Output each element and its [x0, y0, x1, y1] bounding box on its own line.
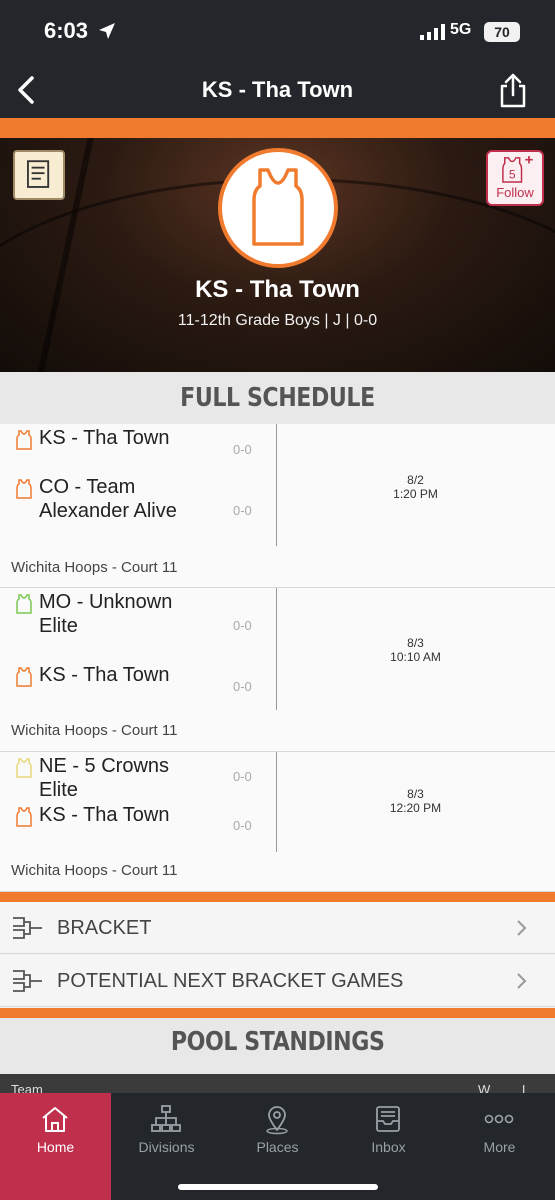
tab-home[interactable]: Home	[0, 1093, 111, 1200]
game-card[interactable]: NE - 5 Crowns Elite 0-0 KS - Tha Town 0-…	[0, 752, 555, 892]
team-score: 0-0	[233, 442, 252, 457]
game-card[interactable]: KS - Tha Town 0-0 CO - Team Alexander Al…	[0, 424, 555, 588]
home-icon	[42, 1107, 68, 1132]
team-score: 0-0	[233, 818, 252, 833]
divisions-icon	[151, 1105, 181, 1132]
notes-button[interactable]	[13, 150, 65, 200]
team-score: 0-0	[233, 769, 252, 784]
chevron-right-icon	[517, 920, 527, 936]
share-icon[interactable]	[497, 72, 529, 108]
game-card[interactable]: MO - Unknown Elite 0-0 KS - Tha Town 0-0…	[0, 588, 555, 752]
tab-label: More	[483, 1139, 516, 1155]
game-date: 8/2	[407, 473, 424, 487]
jersey-icon	[252, 168, 304, 246]
team-jersey-icon	[16, 594, 32, 614]
follow-count: 5	[509, 167, 516, 181]
battery-indicator: 70	[484, 22, 520, 42]
tab-label: Inbox	[371, 1139, 406, 1155]
tab-label: Home	[36, 1139, 75, 1155]
follow-button[interactable]: 5 Follow	[486, 150, 544, 206]
game-time: 1:20 PM	[393, 487, 438, 501]
team-name-label: KS - Tha Town	[39, 804, 170, 826]
places-icon	[266, 1106, 288, 1135]
team-jersey-icon	[16, 807, 32, 827]
nav-title: KS - Tha Town	[201, 77, 354, 102]
section-separator	[0, 892, 555, 902]
game-time: 12:20 PM	[389, 801, 442, 815]
full-schedule-header: FULL SCHEDULE	[0, 372, 555, 424]
game-time: 10:10 AM	[390, 650, 441, 664]
inbox-icon	[376, 1106, 400, 1132]
game-date: 8/3	[407, 636, 424, 650]
follow-label: Follow	[496, 185, 534, 200]
team-name-label: NE - 5 Crowns Elite	[39, 755, 170, 801]
notes-icon	[27, 160, 50, 188]
team-header-banner: 5 Follow KS - Tha Town 11-12th Grade Boy…	[0, 138, 555, 372]
game-date: 8/3	[407, 787, 424, 801]
tab-label: Divisions	[138, 1139, 195, 1155]
navigation-bar: KS - Tha Town	[0, 62, 555, 118]
game-court: Wichita Hoops - Court 11	[11, 722, 178, 739]
pool-standings-title: POOL STANDINGS	[170, 1027, 385, 1057]
follow-jersey-icon: 5	[502, 155, 533, 183]
standings-table-header: Team W L	[0, 1074, 555, 1097]
status-time: 6:03	[44, 18, 89, 43]
team-name: KS - Tha Town	[195, 276, 360, 303]
bracket-icon	[13, 917, 42, 939]
team-jersey-icon	[16, 758, 32, 778]
next-bracket-games-link[interactable]: POTENTIAL NEXT BRACKET GAMES	[0, 955, 555, 1007]
chevron-right-icon	[517, 973, 527, 989]
team-score: 0-0	[233, 503, 252, 518]
tab-more[interactable]: More	[444, 1093, 555, 1200]
team-jersey-icon	[16, 430, 32, 450]
game-court: Wichita Hoops - Court 11	[11, 559, 178, 576]
bracket-link[interactable]: BRACKET	[0, 902, 555, 954]
team-name-label: CO - Team Alexander Alive	[39, 476, 177, 522]
team-score: 0-0	[233, 679, 252, 694]
cellular-signal-icon	[420, 24, 445, 40]
tab-label: Places	[256, 1139, 299, 1155]
status-bar: 6:03 5G 70	[0, 0, 555, 62]
game-court: Wichita Hoops - Court 11	[11, 862, 178, 879]
team-name-label: KS - Tha Town	[39, 427, 170, 449]
full-schedule-title: FULL SCHEDULE	[180, 383, 375, 413]
accent-strip	[0, 118, 555, 138]
team-jersey-icon	[16, 479, 32, 499]
team-score: 0-0	[233, 618, 252, 633]
team-name-label: MO - Unknown Elite	[39, 591, 173, 637]
location-arrow-icon	[99, 23, 115, 39]
team-logo	[218, 148, 338, 268]
bracket-icon	[13, 970, 42, 992]
network-type: 5G	[450, 21, 472, 38]
bracket-label: BRACKET	[57, 917, 152, 939]
team-jersey-icon	[16, 667, 32, 687]
next-bracket-games-label: POTENTIAL NEXT BRACKET GAMES	[57, 970, 404, 992]
home-indicator	[178, 1184, 378, 1190]
section-separator	[0, 1008, 555, 1018]
pool-standings-header: POOL STANDINGS	[0, 1018, 555, 1074]
team-name-label: KS - Tha Town	[39, 664, 170, 686]
more-icon	[484, 1114, 514, 1124]
team-subtitle: 11-12th Grade Boys | J | 0-0	[177, 312, 378, 329]
